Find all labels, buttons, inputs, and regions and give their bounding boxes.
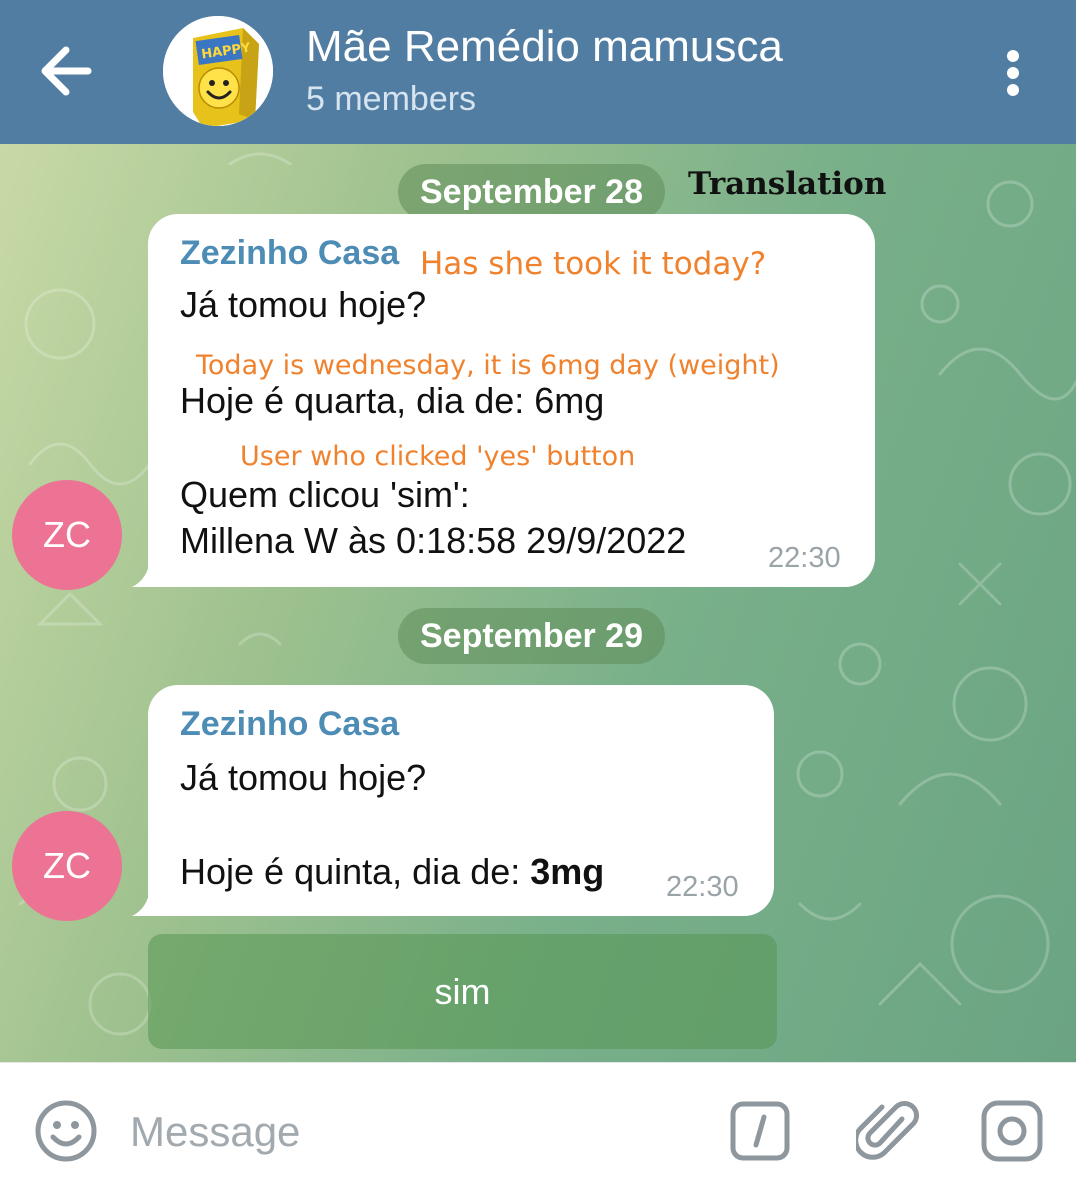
chat-title[interactable]: Mãe Remédio mamusca	[306, 22, 783, 72]
message-time: 22:30	[768, 542, 841, 574]
pill-box-image: HAPPY	[163, 16, 273, 126]
smile-icon	[35, 1100, 97, 1162]
back-button[interactable]	[30, 38, 100, 104]
message-text: Quem clicou 'sim':	[180, 474, 470, 515]
chat-header: HAPPY Mãe Remédio mamusca 5 members	[0, 0, 1076, 144]
message-input-bar	[0, 1062, 1076, 1197]
message-bubble[interactable]: Zezinho Casa Já tomou hoje? Hoje é quint…	[148, 685, 774, 916]
member-count: 5 members	[306, 80, 477, 118]
translation-note: Has she took it today?	[420, 246, 767, 282]
message-bubble[interactable]: Zezinho Casa Has she took it today? Já t…	[148, 214, 875, 587]
message-text: Hoje é quarta, dia de: 6mg	[180, 380, 605, 421]
avatar[interactable]: ZC	[12, 811, 122, 921]
bot-commands-button[interactable]	[728, 1099, 792, 1163]
message-time: 22:30	[666, 871, 739, 903]
translation-label: Translation	[688, 166, 887, 202]
message-text: Millena W às 0:18:58 29/9/2022	[180, 520, 687, 561]
chat-area[interactable]: September 28 Translation Zezinho Casa Ha…	[0, 144, 1076, 1062]
attach-button[interactable]	[853, 1097, 922, 1165]
translation-note: User who clicked 'yes' button	[240, 441, 636, 472]
emoji-button[interactable]	[34, 1099, 98, 1163]
arrow-left-icon	[41, 46, 92, 96]
message-text: Hoje é quinta, dia de: 3mg	[180, 851, 604, 893]
sender-name[interactable]: Zezinho Casa	[180, 705, 399, 744]
more-vertical-icon	[992, 44, 1034, 96]
message-input[interactable]	[128, 1099, 692, 1165]
bubble-tail	[132, 888, 158, 916]
message-text: Já tomou hoje?	[180, 284, 427, 325]
dose-value: 3mg	[530, 851, 605, 892]
inline-sim-button[interactable]: sim	[148, 934, 777, 1049]
paperclip-icon	[853, 1101, 919, 1160]
translation-note: Today is wednesday, it is 6mg day (weigh…	[196, 350, 780, 381]
slash-command-icon	[730, 1101, 790, 1161]
sender-name[interactable]: Zezinho Casa	[180, 234, 399, 273]
group-avatar[interactable]: HAPPY	[163, 16, 273, 126]
camera-icon	[981, 1100, 1043, 1162]
camera-button[interactable]	[980, 1099, 1044, 1163]
message-text-prefix: Hoje é quinta, dia de:	[180, 851, 531, 892]
bubble-tail	[132, 559, 158, 587]
avatar[interactable]: ZC	[12, 480, 122, 590]
message-text: Já tomou hoje?	[180, 757, 427, 798]
date-separator: September 28	[398, 164, 665, 220]
date-separator: September 29	[398, 608, 665, 664]
more-options-button[interactable]	[992, 44, 1034, 100]
